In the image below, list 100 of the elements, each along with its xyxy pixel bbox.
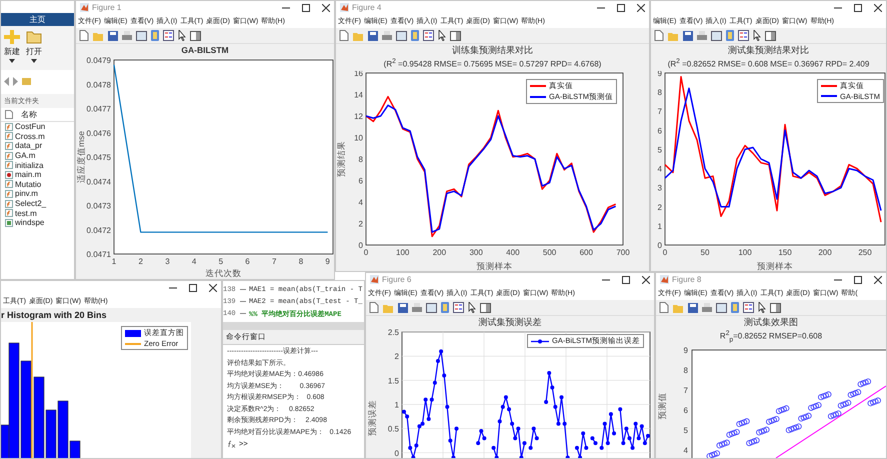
colorbar-icon[interactable] — [731, 302, 739, 313]
window-title: Figure 6 — [382, 275, 412, 284]
tick-label: 6 — [245, 257, 250, 266]
print-icon[interactable] — [412, 302, 422, 312]
home-tab[interactable]: 主页 — [1, 13, 74, 26]
file-item[interactable]: Select2_ — [5, 198, 74, 208]
colorbar-icon[interactable] — [411, 30, 419, 41]
breakpoint-dash-icon[interactable] — [240, 300, 246, 303]
scrollbar[interactable] — [223, 322, 364, 330]
save-icon[interactable] — [108, 30, 118, 40]
tick-label: 0.5 — [388, 424, 399, 434]
colorbar-icon[interactable] — [726, 30, 734, 41]
tick-label: 2 — [358, 219, 363, 228]
panel-icon[interactable] — [480, 302, 491, 312]
tick-label: 0 — [662, 248, 668, 257]
new-file-icon[interactable] — [79, 30, 89, 41]
close-icon[interactable] — [322, 4, 330, 12]
tick-label: 600 — [580, 248, 593, 257]
print-icon[interactable] — [122, 30, 132, 40]
pointer-icon[interactable] — [178, 30, 186, 41]
file-item[interactable]: CostFun — [5, 122, 74, 132]
panel-icon[interactable] — [190, 30, 201, 40]
maximize-icon[interactable] — [622, 276, 630, 284]
pointer-icon[interactable] — [468, 302, 476, 313]
print-icon[interactable] — [702, 302, 712, 312]
axis-label: 预测样本 — [757, 260, 793, 271]
file-item[interactable]: test.m — [5, 208, 74, 218]
window-icon[interactable] — [716, 302, 727, 312]
file-item[interactable]: Mutatio — [5, 180, 74, 190]
maximize-icon[interactable] — [854, 4, 862, 12]
window-icon[interactable] — [136, 30, 147, 40]
close-icon[interactable] — [874, 276, 882, 284]
file-item[interactable]: Cross.m — [5, 132, 74, 142]
chart-subtitle: (R$^{2}$ =0.95428 RMSE= 0.75695 MSE= 0.57297 RPD= 4.6768) — [382, 57, 602, 71]
panel-icon[interactable] — [765, 30, 776, 40]
colorbar-icon[interactable] — [441, 302, 449, 313]
legend-icon[interactable] — [163, 30, 174, 41]
print-icon[interactable] — [382, 30, 392, 40]
new-file-icon[interactable] — [659, 302, 669, 313]
figure-icon — [80, 3, 89, 12]
pointer-icon[interactable] — [758, 302, 766, 313]
panel-icon[interactable] — [770, 302, 781, 312]
tick-label: 3 — [658, 183, 662, 192]
legend-icon[interactable] — [453, 302, 464, 313]
tick-label: 5 — [658, 145, 662, 154]
tick-label: 0.0471 — [86, 250, 111, 259]
new-file-icon[interactable] — [369, 302, 379, 313]
tick-label: 5 — [684, 426, 688, 436]
axis-label: 迭代次数 — [206, 268, 242, 278]
tool-button[interactable]: 打开 — [26, 30, 42, 66]
axis-label: 适应度值mse — [76, 130, 86, 184]
new-file-icon[interactable] — [339, 30, 349, 41]
file-item[interactable]: initializa — [5, 160, 74, 170]
tick-label: 12 — [354, 112, 363, 121]
file-item[interactable]: GA.m — [5, 150, 74, 160]
breakpoint-dash-icon[interactable] — [240, 288, 246, 291]
tick-label: 0.0473 — [86, 202, 111, 210]
chart-title: 训练集预测结果对比 — [451, 44, 534, 56]
pointer-icon[interactable] — [753, 30, 761, 41]
file-item[interactable]: pinv.m — [5, 189, 74, 199]
tick-label: 200 — [818, 248, 832, 257]
legend-icon[interactable] — [738, 30, 749, 41]
maximize-icon[interactable] — [617, 4, 625, 12]
tick-label: 6 — [658, 126, 662, 135]
save-icon[interactable] — [683, 30, 693, 40]
tick-label: 2 — [394, 352, 399, 362]
tick-label: 1 — [658, 222, 662, 231]
maximize-icon[interactable] — [302, 4, 310, 12]
panel-icon[interactable] — [450, 30, 461, 40]
new-file-icon[interactable] — [654, 30, 664, 41]
breakpoint-dash-icon[interactable] — [240, 312, 246, 315]
tool-button[interactable]: 新建 — [4, 30, 20, 66]
print-icon[interactable] — [697, 30, 707, 40]
navigation-arrows-icon[interactable] — [4, 77, 34, 86]
axis-label: 预测样本 — [476, 260, 512, 271]
maximize-icon[interactable] — [854, 276, 862, 284]
legend-icon[interactable] — [423, 30, 434, 41]
save-icon[interactable] — [368, 30, 378, 40]
colorbar-icon[interactable] — [151, 30, 159, 41]
file-item[interactable]: data_pr — [5, 141, 74, 151]
function-icon[interactable] — [227, 440, 236, 448]
folder-icon — [26, 30, 42, 44]
window-icon[interactable] — [396, 30, 407, 40]
tick-label: 1 — [112, 257, 116, 266]
save-icon[interactable] — [398, 302, 408, 312]
close-icon[interactable] — [637, 4, 645, 12]
pointer-icon[interactable] — [438, 30, 446, 41]
close-icon[interactable] — [209, 284, 217, 292]
legend-icon[interactable] — [743, 302, 754, 313]
column-header[interactable]: 名称 — [21, 109, 37, 120]
file-item[interactable]: main.m — [5, 170, 74, 180]
plus-icon — [4, 30, 20, 44]
tick-label: 10 — [354, 133, 363, 142]
window-icon[interactable] — [711, 30, 722, 40]
close-icon[interactable] — [642, 276, 650, 284]
maximize-icon[interactable] — [189, 284, 197, 292]
window-icon[interactable] — [426, 302, 437, 312]
save-icon[interactable] — [688, 302, 698, 312]
close-icon[interactable] — [874, 4, 882, 12]
file-item[interactable]: windspe — [5, 218, 74, 228]
